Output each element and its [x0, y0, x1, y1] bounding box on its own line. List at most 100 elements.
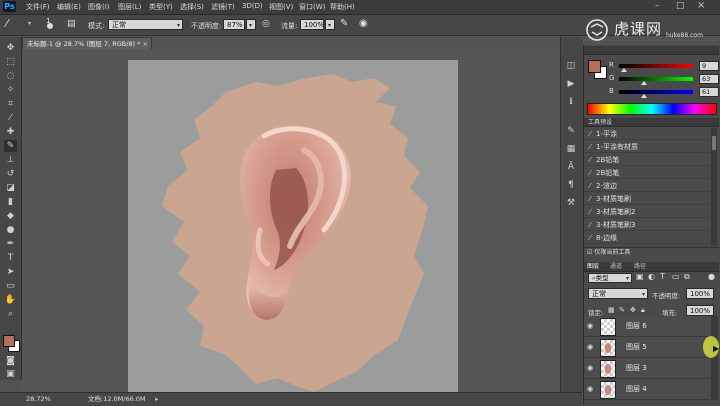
stamp-tool-icon[interactable]: ⊥ [4, 154, 17, 166]
layer-opacity-input[interactable]: 100% [686, 288, 714, 299]
brush-tool-icon[interactable]: ✎ [4, 140, 17, 152]
opacity-input[interactable]: 87% [223, 19, 245, 30]
pressure-opacity-icon[interactable]: ◎ [262, 19, 270, 29]
preset-picker-icon[interactable]: ▾ [28, 20, 31, 27]
properties-panel-icon[interactable]: ℹ [565, 96, 577, 108]
preset-item[interactable]: ⁄ 2B铅笔 [584, 154, 710, 166]
preset-item[interactable]: ⁄ 3-材质笔刷 [584, 193, 710, 205]
layer-row[interactable]: ◉ 图层 6 [584, 316, 710, 337]
path-select-tool-icon[interactable]: ➤ [4, 266, 17, 278]
move-tool-icon[interactable]: ✥ [4, 42, 17, 54]
actions-panel-icon[interactable]: ▶ [565, 78, 577, 90]
layer-filter-select[interactable]: ⌕类型 ▾ [588, 273, 632, 283]
filter-shape-icon[interactable]: ▭ [672, 272, 680, 281]
b-slider[interactable]: B 61 [587, 87, 719, 98]
preset-item[interactable]: ⁄ 3-材质笔刷2 [584, 206, 710, 218]
foreground-color-chip[interactable] [588, 60, 601, 73]
layer-row[interactable]: ◉ 图层 4 [584, 379, 710, 400]
menu-help[interactable]: 帮助(H) [330, 2, 355, 12]
b-value[interactable]: 61 [699, 87, 719, 97]
pressure-size-icon[interactable]: ◉ [359, 18, 368, 29]
brush-tool-icon[interactable]: ⁄ [6, 17, 8, 30]
lock-transparent-icon[interactable]: ▦ [608, 306, 615, 314]
fill-input[interactable]: 100% [686, 305, 714, 316]
brush-panel-icon[interactable]: ▤ [67, 19, 76, 29]
eyedropper-tool-icon[interactable]: ⁄ [4, 112, 17, 124]
canvas[interactable] [128, 60, 458, 392]
tool-presets-icon[interactable]: ⚒ [565, 197, 577, 209]
blur-tool-icon[interactable]: ◆ [4, 210, 17, 222]
filter-smart-icon[interactable]: ⧉ [684, 272, 690, 282]
document-tab[interactable]: 未标题-1 @ 28.7% (图层 7, RGB/8) * × [22, 37, 152, 49]
zoom-tool-icon[interactable]: ⌕ [4, 308, 17, 320]
visibility-eye-icon[interactable]: ◉ [587, 343, 595, 351]
brush-panel-icon[interactable]: ▦ [565, 143, 577, 155]
dodge-tool-icon[interactable]: ● [4, 224, 17, 236]
type-tool-icon[interactable]: T [4, 252, 17, 264]
visibility-eye-icon[interactable]: ◉ [587, 364, 595, 372]
preset-item[interactable]: ⁄ 1-平涂 [584, 128, 710, 140]
tab-layers[interactable]: 图层 [587, 262, 599, 271]
preset-item[interactable]: ⁄ 1-平涂有材质 [584, 141, 710, 153]
foreground-color-swatch[interactable] [3, 335, 15, 347]
g-value[interactable]: 63 [699, 74, 719, 84]
g-thumb[interactable] [641, 81, 647, 85]
presets-scroll-thumb[interactable] [712, 136, 716, 150]
b-thumb[interactable] [641, 94, 647, 98]
g-track[interactable] [619, 77, 693, 81]
flow-input[interactable]: 100% [300, 19, 324, 30]
lock-pixels-icon[interactable]: ✎ [619, 306, 625, 314]
r-value[interactable]: 9 [699, 61, 719, 71]
marquee-tool-icon[interactable]: ⬚ [4, 56, 17, 68]
pen-tool-icon[interactable]: ✒ [4, 238, 17, 250]
minimize-icon[interactable]: – [655, 1, 660, 11]
tab-paths[interactable]: 路径 [634, 262, 646, 271]
filter-type-icon[interactable]: T [660, 272, 665, 281]
layers-scrollbar[interactable] [711, 316, 718, 400]
crop-tool-icon[interactable]: ⌗ [4, 98, 17, 110]
screen-mode-icon[interactable]: ▣ [4, 368, 17, 380]
filter-toggle-icon[interactable]: ● [708, 272, 715, 281]
menu-edit[interactable]: 编辑(E) [57, 2, 81, 12]
layer-name[interactable]: 图层 4 [626, 384, 647, 394]
paragraph-panel-icon[interactable]: ¶ [565, 179, 577, 191]
layer-name[interactable]: 图层 3 [626, 363, 647, 373]
color-spectrum-bar[interactable] [587, 103, 717, 115]
preset-item[interactable]: ⁄ 2B铅笔 [584, 167, 710, 179]
character-panel-icon[interactable]: Ā [565, 161, 577, 173]
tab-channels[interactable]: 通道 [610, 262, 622, 271]
filter-adjust-icon[interactable]: ◐ [648, 272, 655, 281]
presets-scrollbar[interactable] [711, 128, 717, 246]
zoom-level[interactable]: 28.72% [26, 393, 51, 405]
visibility-eye-icon[interactable]: ◉ [587, 385, 595, 393]
close-icon[interactable]: × [697, 0, 705, 11]
menu-3d[interactable]: 3D(D) [242, 2, 263, 10]
healing-tool-icon[interactable]: ✚ [4, 126, 17, 138]
r-track[interactable] [619, 64, 693, 68]
menu-filter[interactable]: 滤镜(T) [211, 2, 235, 12]
r-slider[interactable]: R 9 [587, 61, 719, 72]
hand-tool-icon[interactable]: ✋ [4, 294, 17, 306]
maximize-icon[interactable]: □ [676, 1, 685, 11]
shape-tool-icon[interactable]: ▭ [4, 280, 17, 292]
layer-row[interactable]: ◉ 图层 3 [584, 358, 710, 379]
menu-window[interactable]: 窗口(W) [299, 2, 325, 12]
layer-name[interactable]: 图层 5 [626, 342, 647, 352]
airbrush-icon[interactable]: ✎ [340, 18, 348, 29]
menu-image[interactable]: 图像(I) [88, 2, 110, 12]
visibility-eye-icon[interactable]: ◉ [587, 322, 595, 330]
history-panel-icon[interactable]: ◫ [565, 60, 577, 72]
brush-size-preview[interactable]: 1 [44, 17, 56, 31]
preset-item[interactable]: ⁄ 3-材质笔刷3 [584, 219, 710, 231]
quick-select-tool-icon[interactable]: ✧ [4, 84, 17, 96]
lock-position-icon[interactable]: ✥ [630, 306, 636, 314]
menu-layer[interactable]: 图层(L) [118, 2, 141, 12]
menu-file[interactable]: 文件(F) [26, 2, 50, 12]
status-arrow-icon[interactable]: ▸ [155, 393, 158, 405]
brush-presets-icon[interactable]: ✎ [565, 125, 577, 137]
gradient-tool-icon[interactable]: ▮ [4, 196, 17, 208]
current-tool-only-row[interactable]: ☑ 仅限当前工具 [584, 247, 719, 258]
history-brush-tool-icon[interactable]: ↺ [4, 168, 17, 180]
layer-row[interactable]: ◉ 图层 5 [584, 337, 710, 358]
layer-name[interactable]: 图层 6 [626, 321, 647, 331]
